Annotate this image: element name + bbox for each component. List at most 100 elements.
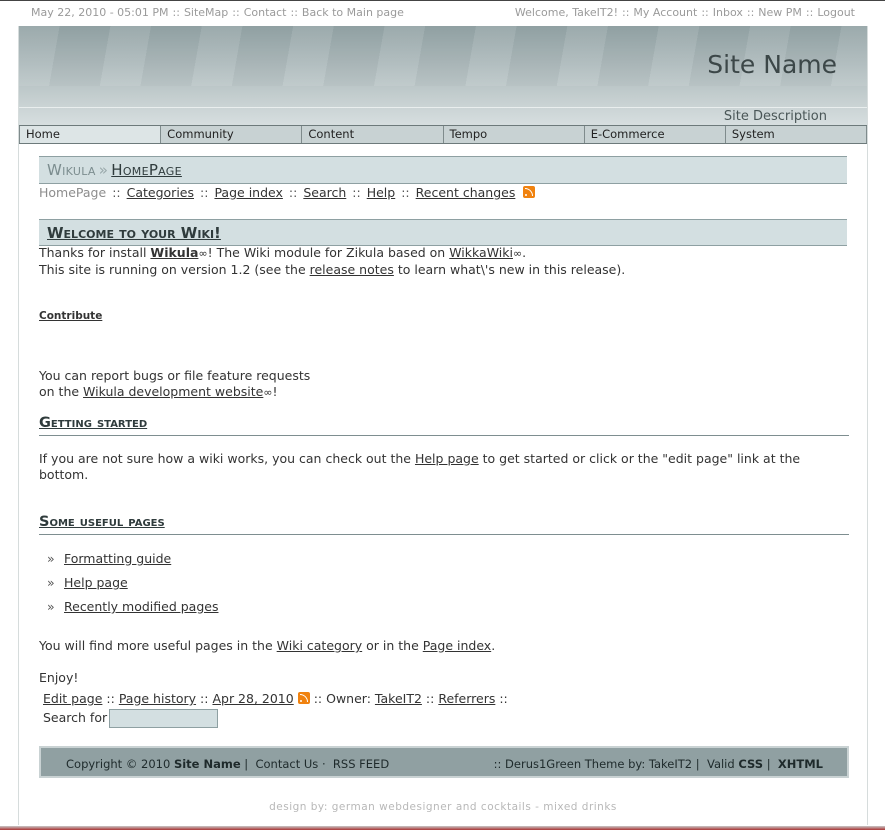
welcome-line-2: This site is running on version 1.2 (see… [39,262,625,278]
useful-pages-heading-wrap: Some useful pages [39,514,849,535]
separator: :: [200,185,209,200]
contribute-text: You can report bugs or file feature requ… [39,368,310,401]
text: This site is running on version 1.2 (see… [39,262,310,277]
text: on the [39,384,84,399]
main-nav: Home Community Content Tempo E-Commerce … [19,125,868,144]
rss-feed-link[interactable]: RSS FEED [333,757,389,771]
separator: :: [701,6,709,19]
back-to-main-link[interactable]: Back to Main page [302,6,404,19]
text: . [491,638,496,653]
my-account-link[interactable]: My Account [633,6,697,19]
search-input[interactable] [109,709,219,728]
edit-page-link[interactable]: Edit page [43,691,102,706]
nav-tab-home[interactable]: Home [19,126,162,143]
top-bar-right: Welcome, TakeIT2!:: My Account:: Inbox:: Ne… [515,6,855,19]
window-bottom-edge [0,826,885,830]
text: to learn what\'s new in this release). [393,262,626,277]
new-pm-link[interactable]: New PM [758,6,802,19]
revision-date-link[interactable]: Apr 28, 2010 [212,691,293,706]
nav-tab-community[interactable]: Community [161,126,303,143]
referrers-link[interactable]: Referrers [438,691,495,706]
separator: :: [621,6,630,19]
nav-tab-ecommerce[interactable]: E-Commerce [584,126,726,143]
separator: :: [401,185,410,200]
footer-right: :: Derus1Green Theme by: TakeIT2 | Valid… [494,757,823,771]
separator: :: [499,691,508,706]
nav-tab-content[interactable]: Content [302,126,444,143]
getting-started-line-2: bottom. [39,467,89,482]
search-label: Search for [43,710,108,725]
sitemap-link[interactable]: SiteMap [184,6,228,19]
current-page: HomePage [39,185,107,200]
nav-tab-system[interactable]: System [725,126,868,143]
rss-icon[interactable] [523,186,536,198]
recently-modified-link[interactable]: Recently modified pages [64,599,218,614]
css-link[interactable]: CSS [738,757,763,771]
list-item: » Formatting guide [47,547,218,571]
contribute-heading-wrap: Contribute [39,308,102,324]
page-index-body-link[interactable]: Page index [423,638,491,653]
bullet: » [47,575,55,590]
list-item: » Help page [47,571,218,595]
inbox-link[interactable]: Inbox [713,6,743,19]
development-website-link[interactable]: Wikula development website [83,384,263,399]
text: ! The Wiki module for Zikula based on [207,245,450,260]
separator: :: [106,691,115,706]
search-row: Search for [43,709,219,728]
rss-icon[interactable] [297,692,310,704]
release-notes-link[interactable]: release notes [310,262,394,277]
module-name: Wikula [47,161,96,179]
text: . [522,245,527,260]
text: If you are not sure how a wiki works, yo… [39,451,415,466]
contact-us-link[interactable]: Contact Us [255,757,318,771]
copyright-text: Copyright © 2010 [66,757,171,771]
welcome-heading: Welcome to your Wiki! [47,224,221,242]
contribute-line-2: on the Wikula development website∞! [39,384,310,401]
external-link-icon: ∞ [198,247,208,260]
owner-link[interactable]: TakeIT2 [375,691,422,706]
date-time: May 22, 2010 - 05:01 PM [31,6,169,19]
page-title-link[interactable]: HomePage [111,161,182,179]
wiki-nav: HomePage:: Categories:: Page index:: Search… [39,185,536,200]
text: Thanks for install [39,245,151,260]
getting-started-heading: Getting started [39,415,148,431]
contribute-heading[interactable]: Contribute [39,310,102,322]
breadcrumb-separator: » [98,161,109,179]
external-link-icon: ∞ [512,247,523,260]
contribute-line-1: You can report bugs or file feature requ… [39,368,311,383]
logout-link[interactable]: Logout [817,6,855,19]
site-name[interactable]: Site Name [707,50,837,79]
help-link[interactable]: Help [367,185,396,200]
search-link[interactable]: Search [303,185,346,200]
wikkawiki-link[interactable]: WikkaWiki [449,245,513,260]
separator: · [321,757,326,771]
nav-tab-tempo[interactable]: Tempo [443,126,585,143]
page-history-link[interactable]: Page history [119,691,196,706]
xhtml-link[interactable]: XHTML [778,757,823,771]
separator: :: [805,6,814,19]
enjoy-text: Enjoy! [39,670,79,685]
welcome-line-1: Thanks for install Wikula∞! The Wiki mod… [39,245,625,262]
site-header: Site Name Site Description [19,26,867,126]
separator: | [695,757,700,771]
footer-site-name: Site Name [173,757,241,771]
footer-left: Copyright © 2010 Site Name | Contact Us … [66,757,389,771]
wikula-link[interactable]: Wikula [150,245,198,260]
categories-link[interactable]: Categories [127,185,194,200]
contact-link[interactable]: Contact [244,6,287,19]
valid-label: Valid [706,757,735,771]
formatting-guide-link[interactable]: Formatting guide [64,551,171,566]
help-page-list-link[interactable]: Help page [64,575,128,590]
more-pages-text: You will find more useful pages in the W… [39,638,495,654]
breadcrumb: Wikula» HomePage [47,161,182,179]
text: or in the [362,638,423,653]
page-index-link[interactable]: Page index [214,185,282,200]
wiki-category-link[interactable]: Wiki category [277,638,363,653]
recent-changes-link[interactable]: Recent changes [416,185,516,200]
welcome-heading-box: Welcome to your Wiki! [39,219,847,246]
design-credit[interactable]: design by: german webdesigner and cockta… [19,801,867,813]
top-bar-left: May 22, 2010 - 05:01 PM:: SiteMap:: Contac… [31,6,404,19]
help-page-link[interactable]: Help page [415,451,479,466]
separator: :: [746,6,755,19]
welcome-text: Welcome, TakeIT2! [514,6,618,19]
